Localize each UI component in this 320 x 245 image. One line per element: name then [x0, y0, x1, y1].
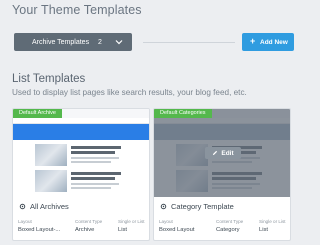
- meta-content-type: Content Type Archive: [75, 219, 103, 233]
- meta-content-type: Content Type Category: [216, 219, 244, 233]
- template-preview[interactable]: Default Categories Edit: [154, 109, 290, 197]
- meta-layout: Layout Boxed Layout-...: [18, 219, 61, 233]
- divider: [143, 42, 235, 43]
- preview-post: [35, 170, 125, 192]
- default-badge: Default Categories: [154, 109, 212, 118]
- gear-icon: [160, 203, 167, 210]
- gear-icon: [19, 203, 26, 210]
- preview-hero: [13, 124, 149, 140]
- template-filter-dropdown[interactable]: Archive Templates 2: [14, 33, 132, 51]
- edit-button[interactable]: Edit: [205, 147, 241, 159]
- template-card-category[interactable]: Default Categories Edit Category Templat…: [153, 108, 291, 241]
- chevron-down-icon: [115, 40, 123, 45]
- plus-icon: +: [250, 36, 256, 46]
- template-card-all-archives[interactable]: Default Archive All Archives Layout Boxed…: [12, 108, 150, 241]
- template-preview[interactable]: Default Archive: [13, 109, 149, 197]
- meta-layout: Layout Boxed Layout: [159, 219, 195, 233]
- pencil-icon: [213, 150, 218, 156]
- template-name: Category Template: [160, 202, 234, 211]
- edit-label: Edit: [221, 149, 234, 157]
- preview-post: [35, 144, 125, 166]
- template-name: All Archives: [19, 202, 69, 211]
- section-title: List Templates: [12, 73, 86, 85]
- template-name-text: All Archives: [30, 202, 69, 211]
- filter-count: 2: [98, 38, 102, 46]
- add-new-label: Add New: [260, 38, 288, 46]
- template-name-text: Category Template: [171, 202, 234, 211]
- meta-single-or-list: Single or List List: [118, 219, 145, 233]
- default-badge: Default Archive: [13, 109, 62, 118]
- meta-single-or-list: Single or List List: [259, 219, 286, 233]
- section-description: Used to display list pages like search r…: [12, 88, 247, 97]
- filter-label: Archive Templates: [32, 38, 90, 46]
- page-title: Your Theme Templates: [12, 3, 142, 17]
- add-new-button[interactable]: + Add New: [242, 33, 294, 51]
- preview-body: [13, 140, 149, 197]
